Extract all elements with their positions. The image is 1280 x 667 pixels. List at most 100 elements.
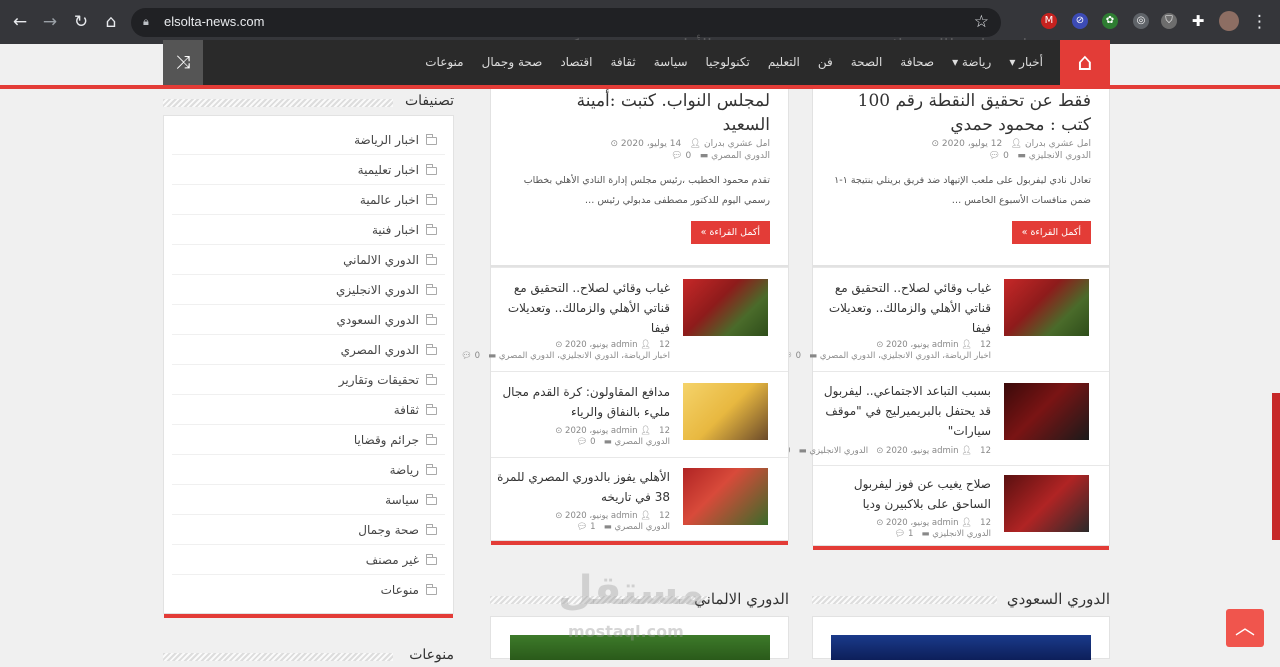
menu-kebab-icon[interactable]: ⋮ [1251,11,1268,33]
extension-m-icon[interactable]: M [1041,13,1057,29]
scroll-to-top-button[interactable]: ︿ [1226,609,1264,647]
featured-title-line2[interactable]: كتب : محمود حمدي [950,113,1091,137]
category-label[interactable]: الدوري المصري [341,343,419,357]
category-item[interactable]: جرائم وقضايا [172,425,445,455]
menu-item-economy[interactable]: اقتصاد [551,40,601,85]
address-bar[interactable]: 🔒︎ elsolta-news.com ☆ [131,8,1001,37]
menu-item-health-beauty[interactable]: صحة وجمال [473,40,552,85]
scrollbar-thumb[interactable] [1272,393,1280,540]
reload-icon[interactable]: ↻ [70,11,92,33]
category-label[interactable]: الدوري الانجليزي [336,283,419,297]
read-more-button[interactable]: أكمل القراءة » [690,221,770,244]
category-item[interactable]: الدوري السعودي [172,305,445,335]
featured-card-right: فقط عن تحقيق النقطة رقم 100 كتب : محمود … [812,89,1110,266]
category-label[interactable]: رياضة [390,463,419,477]
category-item[interactable]: رياضة [172,455,445,485]
category-item[interactable]: اخبار تعليمية [172,155,445,185]
menu-item-health[interactable]: الصحة [842,40,892,85]
menu-item-politics[interactable]: سياسة [645,40,697,85]
category-label[interactable]: اخبار عالمية [360,193,419,207]
item-title[interactable]: غياب وقائي لصلاح.. التحقيق مع قناتي الأه… [495,278,670,338]
category-item[interactable]: الدوري المصري [172,335,445,365]
list-item[interactable]: الأهلي يفوز بالدوري المصري للمرة 38 في ت… [491,457,788,542]
featured-title-line2[interactable]: السعيد [723,113,770,137]
list-item[interactable]: صلاح يغيب عن فوز ليفربول الساحق على بلاك… [813,465,1109,547]
category-label[interactable]: الدوري السعودي [336,313,419,327]
category-item[interactable]: صحة وجمال [172,515,445,545]
category-label[interactable]: الدوري الالماني [343,253,419,267]
item-title[interactable]: بسبب التباعد الاجتماعي.. ليفربول قد يحتف… [816,381,991,441]
category-label[interactable]: تحقيقات وتقارير [339,373,419,387]
category-item[interactable]: غير مصنف [172,545,445,575]
article-thumbnail[interactable] [683,383,768,440]
category-item[interactable]: اخبار عالمية [172,185,445,215]
category-item[interactable]: الدوري الالماني [172,245,445,275]
list-item[interactable]: غياب وقائي لصلاح.. التحقيق مع قناتي الأه… [461,267,788,371]
list-item[interactable]: مدافع المقاولون: كرة القدم مجال مليء بال… [491,371,788,457]
category-label[interactable]: اخبار الرياضة [354,133,419,147]
home-icon[interactable]: ⌂ [100,11,122,33]
category-label[interactable]: غير مصنف [366,553,419,567]
profile-avatar[interactable] [1219,11,1239,31]
category-label[interactable]: اخبار فنية [372,223,419,237]
item-title[interactable]: الأهلي يفوز بالدوري المصري للمرة 38 في ت… [495,467,670,507]
item-meta-author: admin 👤︎ 12 يونيو، 2020 ⊙ [876,518,991,528]
item-title[interactable]: صلاح يغيب عن فوز ليفربول الساحق على بلاك… [816,474,991,514]
folder-icon [426,134,437,145]
menu-item-culture[interactable]: ثقافة [601,40,644,85]
extension-leaf-icon[interactable]: ✿ [1102,13,1118,29]
category-label[interactable]: صحة وجمال [358,523,419,537]
category-item[interactable]: تحقيقات وتقارير [172,365,445,395]
folder-icon [426,284,437,295]
article-thumbnail[interactable] [1004,475,1089,532]
article-thumbnail[interactable] [1004,279,1089,336]
item-meta-category: اخبار الرياضة، الدوري الانجليزي، الدوري … [782,351,991,361]
block-accent-line [813,546,1109,550]
categories-widget: اخبار الرياضة اخبار تعليمية اخبار عالمية… [163,115,454,618]
menu-item-education[interactable]: التعليم [759,40,809,85]
list-item[interactable]: بسبب التباعد الاجتماعي.. ليفربول قد يحتف… [772,371,1109,465]
forward-icon[interactable]: → [39,11,61,33]
menu-item-misc[interactable]: منوعات [416,40,472,85]
list-item[interactable]: غياب وقائي لصلاح.. التحقيق مع قناتي الأه… [782,267,1109,371]
extension-block-icon[interactable]: ⊘ [1072,13,1088,29]
menu-item-sports[interactable]: رياضة ▾ [943,40,1000,85]
section-image-saudi[interactable] [831,635,1091,660]
menu-item-news[interactable]: أخبار ▾ [1000,40,1052,85]
menu-item-press[interactable]: صحافة [891,40,943,85]
featured-title-line1[interactable]: فقط عن تحقيق النقطة رقم 100 [858,89,1091,113]
home-button[interactable]: ⌂ [1060,40,1110,85]
category-label[interactable]: اخبار تعليمية [358,163,419,177]
category-item[interactable]: اخبار الرياضة [172,125,445,155]
extensions-puzzle-icon[interactable]: ✚ [1190,13,1206,29]
item-title[interactable]: مدافع المقاولون: كرة القدم مجال مليء بال… [495,382,670,422]
back-icon[interactable]: ← [9,11,31,33]
category-label[interactable]: جرائم وقضايا [354,433,419,447]
featured-title-line1[interactable]: لمجلس النواب. كتبت :أمينة [577,89,770,113]
item-title[interactable]: غياب وقائي لصلاح.. التحقيق مع قناتي الأه… [816,278,991,338]
category-item[interactable]: اخبار فنية [172,215,445,245]
menu-item-technology[interactable]: تكنولوجيا [697,40,759,85]
section-title-saudi[interactable]: الدوري السعودي [1007,590,1110,608]
read-more-button[interactable]: أكمل القراءة » [1011,221,1091,244]
category-label[interactable]: سياسة [385,493,419,507]
folder-icon [426,344,437,355]
article-thumbnail[interactable] [1004,383,1089,440]
item-meta-author: admin 👤︎ 12 يونيو، 2020 ⊙ [555,511,670,521]
category-label[interactable]: ثقافة [394,403,419,417]
extension-circle-icon[interactable]: ◎ [1133,13,1149,29]
category-item[interactable]: الدوري الانجليزي [172,275,445,305]
bookmark-star-icon[interactable]: ☆ [974,12,989,32]
category-item[interactable]: ثقافة [172,395,445,425]
extension-shield-icon[interactable]: ⛉ [1161,13,1177,29]
category-label[interactable]: منوعات [381,583,419,597]
section-card-saudi [812,616,1110,660]
sidebar-stripes [163,99,393,107]
shuffle-icon[interactable]: ⤨ [163,40,203,85]
article-thumbnail[interactable] [683,468,768,525]
menu-item-art[interactable]: فن [809,40,842,85]
category-item[interactable]: سياسة [172,485,445,515]
category-item[interactable]: منوعات [172,575,445,605]
article-thumbnail[interactable] [683,279,768,336]
section-title-german[interactable]: الدوري الالماني [694,590,789,608]
